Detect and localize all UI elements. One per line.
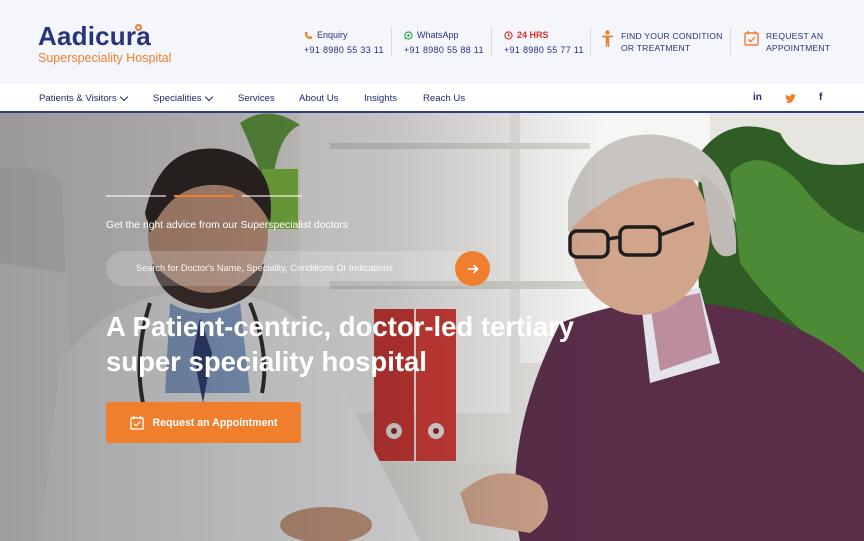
enquiry-contact[interactable]: Enquiry +91 8980 55 33 11 [304, 30, 384, 60]
clock-icon [504, 31, 513, 40]
nav-item-services[interactable]: Services [238, 93, 275, 104]
request-appointment-line2: APPOINTMENT [766, 43, 831, 53]
phone-icon [304, 31, 313, 40]
chevron-down-icon [119, 92, 128, 102]
nav-item-patients-visitors[interactable]: Patients & Visitors [39, 92, 128, 104]
request-appointment-label: Request an Appointment [152, 416, 278, 429]
whatsapp-icon [404, 31, 413, 40]
whatsapp-label: WhatsApp [417, 30, 459, 40]
whatsapp-number[interactable]: +91 8980 55 88 11 [404, 45, 484, 55]
search-submit-button[interactable] [455, 251, 490, 286]
divider [491, 27, 492, 57]
hero-headline-line1: A Patient-centric, doctor-led tertiary [106, 311, 575, 342]
logo[interactable]: Aadicura Superspeciality Hospital [38, 22, 171, 65]
twitter-icon[interactable] [785, 94, 796, 103]
nav-item-label: Patients & Visitors [39, 93, 117, 104]
divider [730, 27, 731, 57]
doctor-search-input[interactable] [136, 260, 446, 276]
logo-name: Aadicura [38, 21, 151, 51]
request-appointment-button[interactable]: Request an Appointment [106, 402, 301, 443]
nav-item-reach-us[interactable]: Reach Us [423, 93, 465, 104]
enquiry-number[interactable]: +91 8980 55 33 11 [304, 45, 384, 55]
arrow-right-icon [467, 263, 479, 274]
emergency-contact[interactable]: 24 HRS +91 8980 55 77 11 [504, 30, 584, 60]
nav-item-specialities[interactable]: Specialities [153, 92, 213, 104]
whatsapp-contact[interactable]: WhatsApp +91 8980 55 88 11 [404, 30, 484, 60]
nav-item-about-us[interactable]: About Us [299, 93, 338, 104]
nav-item-label: Services [238, 93, 275, 104]
facebook-icon[interactable]: f [819, 92, 822, 103]
linkedin-icon[interactable]: in [753, 92, 762, 103]
request-appointment-line1: REQUEST AN [766, 31, 824, 41]
person-icon [602, 30, 613, 47]
nav-item-label: About Us [299, 93, 339, 104]
nav-item-label: Insights [364, 93, 398, 104]
calendar-check-icon [129, 415, 144, 430]
slide-indicator[interactable] [106, 195, 166, 197]
find-condition-link[interactable]: FIND YOUR CONDITION OR TREATMENT [601, 30, 723, 54]
find-condition-line1: FIND YOUR CONDITION [621, 31, 723, 41]
top-header: Aadicura Superspeciality Hospital Enquir… [0, 0, 864, 84]
hero-headline: A Patient-centric, doctor-led tertiary s… [106, 309, 646, 379]
chevron-down-icon [204, 92, 213, 102]
slide-indicator[interactable] [242, 195, 302, 197]
divider [590, 27, 591, 57]
nav-item-insights[interactable]: Insights [364, 93, 397, 104]
request-appointment-link[interactable]: REQUEST AN APPOINTMENT [744, 30, 830, 54]
slide-indicator-active[interactable] [174, 195, 234, 197]
doctor-search-bar [106, 251, 490, 286]
divider [391, 27, 392, 57]
emergency-number[interactable]: +91 8980 55 77 11 [504, 45, 584, 55]
calendar-check-icon [744, 31, 759, 46]
hero-advice-text: Get the right advice from our Superspeci… [106, 220, 348, 231]
slider-indicators [106, 195, 302, 197]
logo-tagline: Superspeciality Hospital [38, 51, 172, 65]
nav-item-label: Reach Us [423, 93, 466, 104]
logo-dot-icon [135, 24, 142, 31]
enquiry-label: Enquiry [317, 30, 348, 40]
emergency-label: 24 HRS [517, 30, 549, 40]
main-nav: Patients & Visitors Specialities Service… [0, 84, 864, 113]
find-condition-line2: OR TREATMENT [621, 43, 691, 53]
hero-banner: Get the right advice from our Superspeci… [0, 113, 864, 541]
hero-headline-line2: super speciality hospital [106, 346, 427, 377]
nav-item-label: Specialities [153, 93, 202, 104]
